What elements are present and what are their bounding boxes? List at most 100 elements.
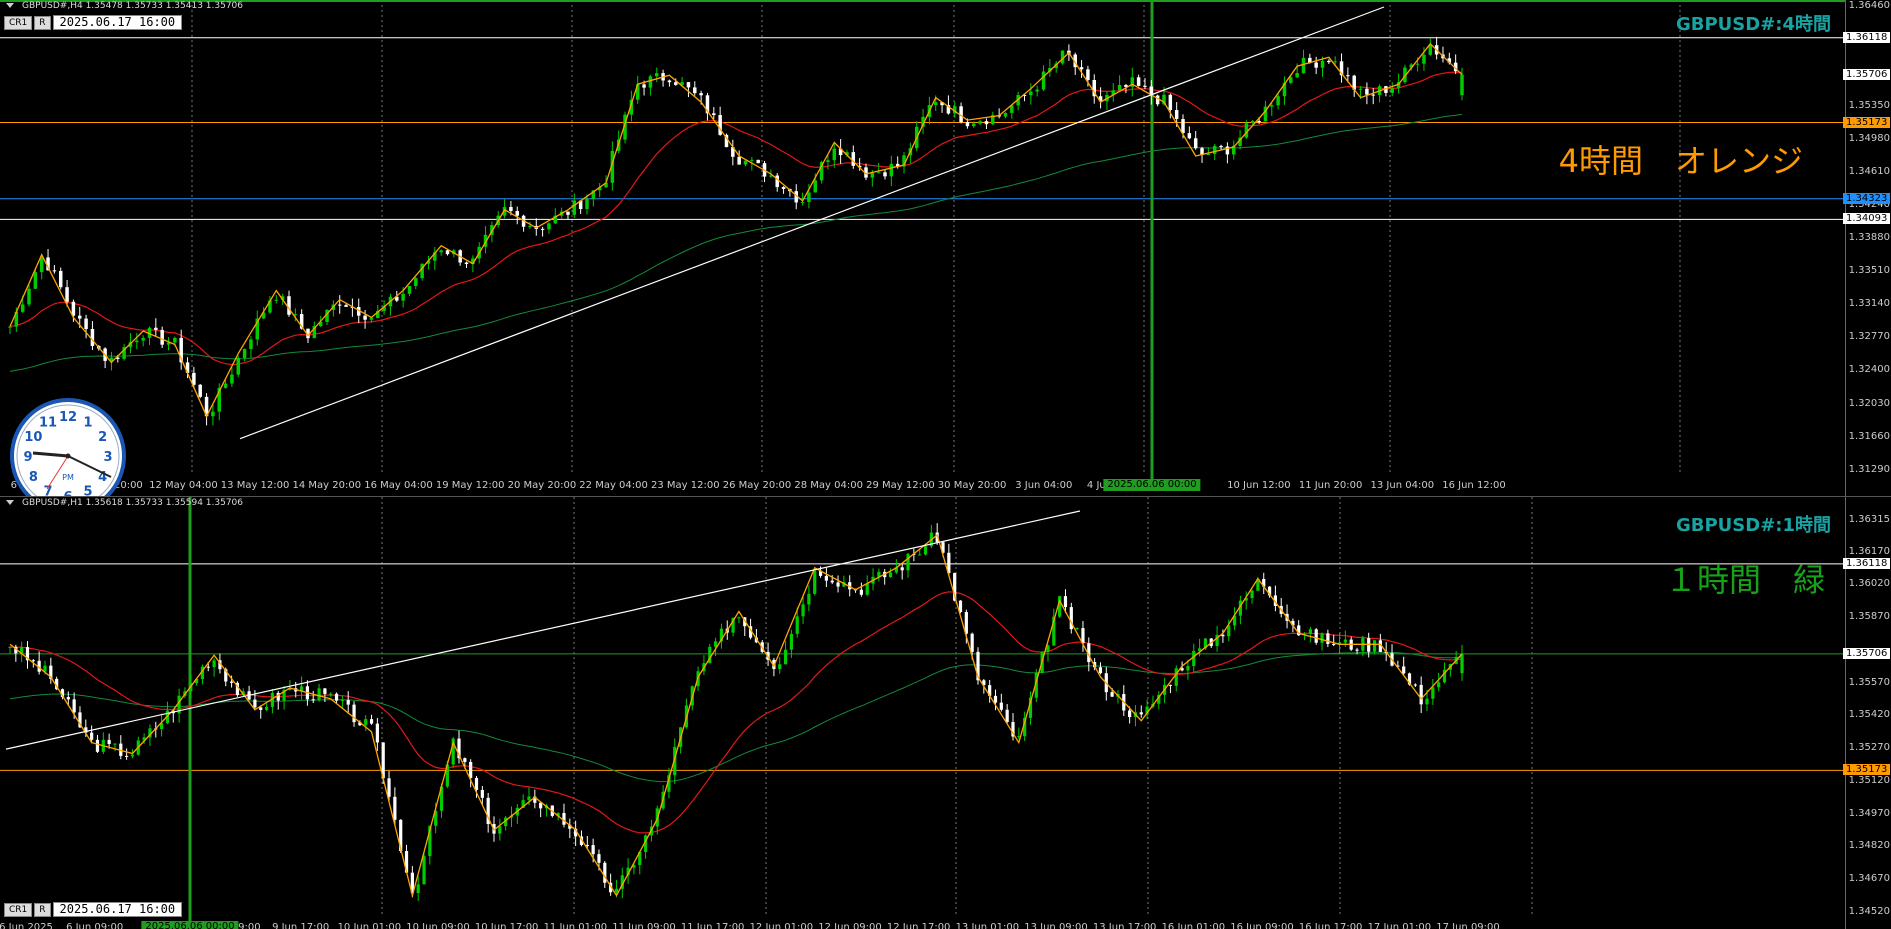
candle-body: [832, 148, 837, 161]
price-label: 1.34610: [1848, 166, 1890, 178]
clock-number: 1: [83, 415, 92, 430]
zigzag-line: [9, 533, 1463, 899]
candle-body: [58, 270, 63, 288]
moving-average-red: [9, 71, 1463, 366]
trend-line[interactable]: [5, 510, 1081, 750]
candle-body: [807, 192, 811, 202]
candle-body: [20, 304, 25, 312]
clock-number: 8: [29, 470, 38, 485]
r-button[interactable]: R: [34, 902, 51, 917]
candle-body: [515, 211, 519, 216]
candle-body: [1358, 88, 1363, 90]
price-label: 1.31660: [1848, 430, 1890, 442]
candle-body: [859, 589, 863, 595]
candle-body: [789, 633, 794, 650]
h1-annotation: １時間 緑: [1664, 561, 1825, 599]
moving-average-green: [9, 651, 1463, 783]
candle-body: [407, 285, 412, 294]
candle-body: [993, 695, 998, 703]
candle-body: [756, 159, 760, 164]
price-badge-orange: 1.35173: [1843, 116, 1891, 128]
candle-body: [1326, 633, 1330, 644]
candle-body: [317, 688, 321, 701]
candle-body: [1029, 91, 1033, 96]
price-badge-orange: 1.35173: [1843, 764, 1891, 776]
chart-menu-triangle-icon[interactable]: [6, 500, 14, 505]
candle-body: [1308, 629, 1312, 635]
candle-body: [1289, 77, 1293, 83]
candle-body: [807, 593, 811, 605]
candle-body: [1005, 709, 1009, 723]
h4-chart-pane[interactable]: GBPUSD#,H4 1.35478 1.35733 1.35413 1.357…: [0, 0, 1891, 496]
price-label: 1.32400: [1848, 364, 1890, 376]
candle-body: [1136, 77, 1141, 86]
candle-body: [870, 173, 875, 178]
price-badge-last: 1.35706: [1843, 68, 1891, 80]
chart-menu-triangle-icon[interactable]: [6, 3, 14, 8]
trend-line[interactable]: [239, 6, 1385, 440]
h4-plot-area[interactable]: [0, 0, 1845, 496]
time-label: 19 May 12:00: [435, 480, 505, 491]
candle-body: [369, 719, 374, 724]
h1-datetime-field[interactable]: 2025.06.17 16:00: [52, 902, 183, 917]
candle-body: [223, 383, 228, 388]
candle-body: [1193, 138, 1198, 149]
h4-datetime-field[interactable]: 2025.06.17 16:00: [52, 15, 183, 30]
candle-body: [900, 567, 904, 571]
price-badge-blue: 1.34323: [1843, 192, 1891, 204]
candle-body: [416, 884, 420, 893]
candle-body: [1402, 666, 1406, 674]
candle-body: [737, 617, 741, 619]
candle-body: [540, 228, 545, 230]
clock-number: 12: [59, 410, 77, 425]
price-label: 1.36460: [1848, 0, 1890, 11]
candle-body: [249, 339, 253, 350]
candle-body: [1174, 668, 1178, 686]
candle-body: [264, 706, 269, 710]
candle-body: [1460, 74, 1464, 96]
candle-body: [344, 305, 348, 307]
candle-body: [889, 163, 894, 177]
candle-body: [95, 739, 100, 752]
candle-body: [1425, 698, 1429, 705]
cr1-button[interactable]: CR1: [4, 15, 33, 30]
candle-body: [8, 326, 12, 328]
candle-body: [826, 160, 830, 163]
candle-body: [474, 777, 479, 790]
candle-body: [783, 649, 788, 665]
time-label: 3 Jun 04:00: [1015, 480, 1073, 491]
clock-number: 11: [39, 415, 57, 430]
candle-body: [906, 553, 910, 571]
candle-body: [888, 572, 893, 578]
candle-body: [39, 257, 44, 273]
cr1-button[interactable]: CR1: [4, 902, 33, 917]
candle-body: [1276, 96, 1280, 106]
h1-plot-area[interactable]: [0, 497, 1845, 929]
candle-body: [1419, 684, 1423, 705]
h4-annotation: 4時間 オレンジ: [1558, 142, 1803, 180]
h1-chart-pane[interactable]: GBPUSD#,H1 1.35618 1.35733 1.35594 1.357…: [0, 496, 1891, 929]
candle-body: [597, 854, 601, 863]
price-label: 1.34980: [1848, 132, 1890, 144]
candle-body: [585, 198, 589, 210]
candle-body: [1098, 667, 1103, 674]
candle-body: [933, 102, 938, 106]
price-label: 1.35870: [1848, 611, 1890, 623]
candle-body: [1003, 112, 1008, 117]
time-label: 29 May 12:00: [866, 480, 935, 491]
candle-body: [422, 856, 426, 885]
candle-body: [876, 172, 881, 174]
candle-body: [865, 583, 869, 595]
candle-body: [469, 761, 473, 778]
candle-body: [1413, 684, 1417, 686]
candle-body: [1219, 145, 1223, 147]
candle-body: [1437, 682, 1441, 688]
price-label: 1.33880: [1848, 231, 1890, 243]
candle-body: [1428, 45, 1433, 55]
time-label: 30 May 20:00: [937, 480, 1007, 491]
r-button[interactable]: R: [34, 15, 51, 30]
candle-body: [984, 121, 989, 125]
time-label: 16 May 04:00: [364, 480, 433, 491]
clock-number: 10: [24, 430, 42, 445]
candle-body: [686, 82, 691, 88]
